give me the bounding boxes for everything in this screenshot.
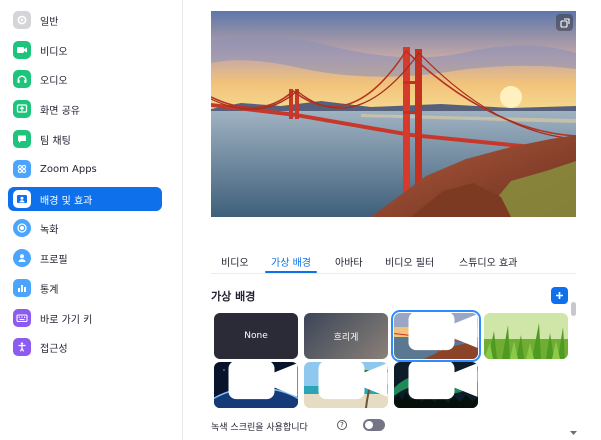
sidebar-item-zoom-apps[interactable]: Zoom Apps xyxy=(8,157,162,181)
video-camera-icon xyxy=(408,313,478,351)
sidebar-item-label: 통계 xyxy=(40,284,59,296)
background-option-beach[interactable] xyxy=(304,362,388,408)
backgrounds-scrollbar-thumb[interactable] xyxy=(571,302,576,316)
record-icon xyxy=(13,219,31,237)
tab-video-filter[interactable]: 비디오 필터 xyxy=(385,247,434,273)
sidebar-item-label: 비디오 xyxy=(40,46,68,58)
sidebar-item-label: 화면 공유 xyxy=(40,105,80,117)
sidebar-item-label: 일반 xyxy=(40,16,59,28)
background-option-blur[interactable]: 흐리게 xyxy=(304,313,388,359)
video-camera-icon xyxy=(13,41,31,59)
headphones-icon xyxy=(13,70,31,88)
sidebar-item-statistics[interactable]: 통계 xyxy=(8,276,162,300)
sidebar-item-label: 녹화 xyxy=(40,224,59,236)
help-icon[interactable]: ? xyxy=(337,420,347,430)
accessibility-icon xyxy=(13,338,31,356)
settings-sidebar: 일반 비디오 오디오 화면 공유 팀 채팅 Zoom Apps 배경 및 효과 … xyxy=(0,0,183,440)
sidebar-item-label: 바로 가기 키 xyxy=(40,314,93,326)
background-portrait-icon xyxy=(13,190,31,208)
chat-bubble-icon xyxy=(13,130,31,148)
sidebar-item-label: 접근성 xyxy=(40,343,68,355)
background-option-aurora[interactable] xyxy=(394,362,478,408)
sidebar-item-background-effects[interactable]: 배경 및 효과 xyxy=(8,187,162,211)
bar-chart-icon xyxy=(13,279,31,297)
tab-studio-effects[interactable]: 스튜디오 효과 xyxy=(459,247,517,273)
sidebar-item-accessibility[interactable]: 접근성 xyxy=(8,335,162,359)
sidebar-item-label: 오디오 xyxy=(40,75,68,87)
profile-icon xyxy=(13,249,31,267)
sidebar-item-label: Zoom Apps xyxy=(40,163,97,175)
golden-gate-preview-image xyxy=(211,11,576,217)
video-preview xyxy=(211,11,576,217)
backgrounds-scrollbar-track xyxy=(571,302,576,432)
background-option-golden-gate[interactable] xyxy=(391,310,481,362)
background-option-grass[interactable] xyxy=(484,313,568,359)
keyboard-icon xyxy=(13,309,31,327)
section-title: 가상 배경 xyxy=(211,290,256,303)
gear-icon xyxy=(13,11,31,29)
tab-video[interactable]: 비디오 xyxy=(221,247,249,273)
tab-avatar[interactable]: 아바타 xyxy=(335,247,363,273)
popout-preview-button[interactable] xyxy=(556,14,573,31)
sidebar-item-keyboard-shortcuts[interactable]: 바로 가기 키 xyxy=(8,306,162,330)
background-tabs: 비디오 가상 배경 아바타 비디오 필터 스튜디오 효과 xyxy=(211,247,576,273)
popout-icon xyxy=(559,17,570,28)
chevron-down-icon[interactable] xyxy=(569,430,578,436)
add-background-button[interactable] xyxy=(551,287,568,304)
apps-icon xyxy=(13,160,31,178)
background-option-none[interactable]: None xyxy=(214,313,298,359)
greenscreen-label: 녹색 스크린을 사용합니다 xyxy=(211,423,308,433)
grass-thumbnail xyxy=(484,313,568,359)
background-option-label: 흐리게 xyxy=(333,332,359,343)
sidebar-item-label: 팀 채팅 xyxy=(40,135,71,147)
tab-virtual-background[interactable]: 가상 배경 xyxy=(265,247,317,273)
greenscreen-toggle[interactable] xyxy=(363,419,385,431)
video-camera-icon xyxy=(318,362,388,400)
sidebar-item-screen-share[interactable]: 화면 공유 xyxy=(8,97,162,121)
plus-icon xyxy=(556,292,563,299)
sidebar-item-video[interactable]: 비디오 xyxy=(8,38,162,62)
sidebar-item-audio[interactable]: 오디오 xyxy=(8,67,162,91)
background-option-earth-space[interactable] xyxy=(214,362,298,408)
sidebar-item-recording[interactable]: 녹화 xyxy=(8,216,162,240)
sidebar-item-label: 배경 및 효과 xyxy=(40,195,93,207)
sidebar-item-general[interactable]: 일반 xyxy=(8,8,162,32)
sidebar-item-team-chat[interactable]: 팀 채팅 xyxy=(8,127,162,151)
screen-share-icon xyxy=(13,100,31,118)
video-camera-icon xyxy=(228,362,298,400)
tabs-divider xyxy=(211,273,576,274)
video-camera-icon xyxy=(408,362,478,400)
sidebar-item-label: 프로필 xyxy=(40,254,68,266)
background-option-label: None xyxy=(244,331,268,341)
sidebar-item-profile[interactable]: 프로필 xyxy=(8,246,162,270)
